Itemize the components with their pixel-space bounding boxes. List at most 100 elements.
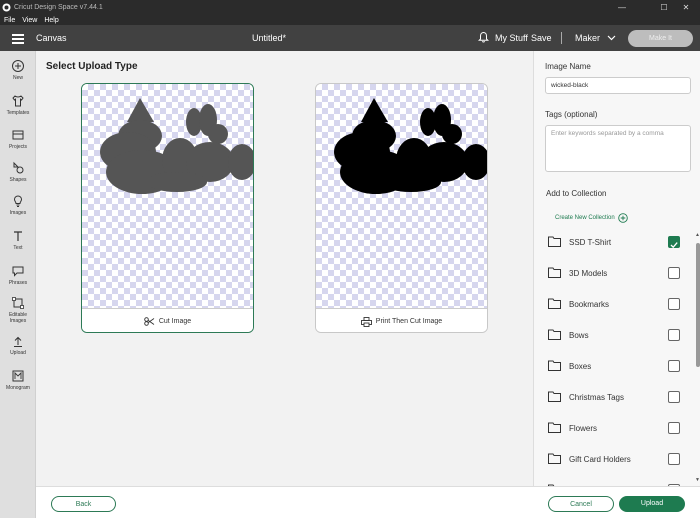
plus-circle-icon: [12, 60, 24, 72]
collection-name: Bookmarks: [569, 300, 610, 309]
shirt-icon: [12, 95, 24, 107]
folder-icon: [548, 298, 561, 309]
scroll-down-icon[interactable]: ▼: [695, 477, 700, 483]
nav-item-new[interactable]: New: [0, 59, 36, 81]
print-then-cut-card[interactable]: Print Then Cut Image: [315, 83, 488, 333]
nav-item-label: Images: [9, 210, 27, 216]
nav-item-projects[interactable]: Projects: [0, 128, 36, 150]
collection-row[interactable]: Organization: [534, 476, 694, 486]
nav-item-label: New: [12, 75, 23, 81]
bell-icon[interactable]: [477, 31, 490, 45]
cancel-button[interactable]: Cancel: [548, 496, 614, 512]
create-new-collection-link[interactable]: Create New Collection: [555, 213, 628, 223]
machine-label: Maker: [575, 33, 601, 43]
collection-checkbox[interactable]: [668, 422, 680, 434]
main-panel: Select Upload Type Cut Image Print Then …: [36, 51, 533, 486]
collection-row[interactable]: Christmas Tags: [534, 383, 694, 414]
lightbulb-icon: [13, 195, 23, 207]
title-bar: Cricut Design Space v7.44.1 — ☐ ✕: [0, 0, 700, 15]
printer-icon: [360, 316, 372, 327]
collection-row[interactable]: Bows: [534, 321, 694, 352]
folder-icon: [548, 422, 561, 433]
editable-images-icon: [12, 297, 24, 309]
folder-icon: [548, 391, 561, 402]
collection-row[interactable]: Flowers: [534, 414, 694, 445]
folder-icon: [548, 236, 561, 247]
nav-item-label: Phrases: [8, 280, 28, 286]
right-panel: Image Name Tags (optional) Add to Collec…: [533, 51, 700, 486]
cut-image-card[interactable]: Cut Image: [81, 83, 254, 333]
menu-bar: File View Help: [0, 15, 700, 25]
collection-name: Bows: [569, 331, 589, 340]
nav-item-phrases[interactable]: Phrases: [0, 264, 36, 286]
collection-row[interactable]: 3D Models: [534, 259, 694, 290]
nav-item-label: Monogram: [6, 385, 30, 391]
print-then-cut-footer: Print Then Cut Image: [316, 308, 487, 332]
menu-help[interactable]: Help: [44, 17, 58, 24]
nav-item-upload[interactable]: Upload: [0, 334, 36, 356]
upload-button[interactable]: Upload: [619, 496, 685, 512]
add-circle-icon: [617, 213, 628, 223]
minimize-button[interactable]: —: [608, 0, 636, 15]
page-title: Select Upload Type: [46, 61, 138, 72]
chevron-down-icon: [607, 35, 615, 41]
collection-list: SSD T-Shirt 3D Models Bookmarks Bows Boxes Ch…: [534, 228, 694, 486]
collection-checkbox[interactable]: [668, 329, 680, 341]
nav-item-label: Templates: [6, 110, 30, 116]
collection-row[interactable]: Gift Card Holders: [534, 445, 694, 476]
speech-bubble-icon: [12, 266, 24, 277]
upload-icon: [14, 336, 22, 347]
nav-item-shapes[interactable]: Shapes: [0, 161, 36, 183]
save-button[interactable]: Save: [531, 33, 552, 43]
text-icon: [14, 231, 22, 241]
collection-row[interactable]: Boxes: [534, 352, 694, 383]
app-icon: [2, 3, 11, 12]
close-window-button[interactable]: ✕: [672, 0, 700, 15]
nav-item-label: Projects: [8, 144, 28, 150]
scroll-up-icon[interactable]: ▲: [695, 232, 700, 238]
collection-checkbox[interactable]: [668, 298, 680, 310]
collection-checkbox[interactable]: [668, 236, 680, 249]
collection-name: 3D Models: [569, 269, 608, 278]
collection-row[interactable]: Bookmarks: [534, 290, 694, 321]
scrollbar-thumb[interactable]: [696, 243, 700, 367]
collection-checkbox[interactable]: [668, 267, 680, 279]
header-divider: [561, 32, 562, 44]
my-stuff-link[interactable]: My Stuff: [495, 33, 528, 43]
nav-item-text[interactable]: Text: [0, 229, 36, 251]
document-title: Untitled*: [252, 33, 287, 43]
collection-name: Gift Card Holders: [569, 455, 631, 464]
nav-item-editable-images[interactable]: Editable Images: [0, 296, 36, 324]
nav-item-monogram[interactable]: Monogram: [0, 369, 36, 391]
back-button[interactable]: Back: [51, 496, 116, 512]
app-header: Canvas Untitled* My Stuff Save Maker Mak…: [0, 25, 700, 51]
hamburger-menu-icon[interactable]: [12, 34, 24, 44]
collection-name: Boxes: [569, 362, 592, 371]
machine-selector[interactable]: Maker: [575, 33, 616, 43]
image-name-input[interactable]: [545, 77, 691, 94]
collection-checkbox[interactable]: [668, 453, 680, 465]
nav-item-label: Upload: [10, 350, 26, 356]
nav-item-label: Editable Images: [8, 312, 28, 324]
left-nav: New Templates Projects Shapes Images Text Phra…: [0, 51, 36, 518]
nav-item-templates[interactable]: Templates: [0, 94, 36, 116]
collection-name: Flowers: [569, 424, 598, 433]
create-new-collection-label: Create New Collection: [555, 215, 615, 221]
nav-item-images[interactable]: Images: [0, 194, 36, 216]
add-to-collection-label: Add to Collection: [546, 189, 607, 198]
transparency-preview: [82, 84, 253, 308]
app-window: Cricut Design Space v7.44.1 — ☐ ✕ File V…: [0, 0, 700, 518]
image-name-label: Image Name: [545, 62, 591, 71]
tags-input[interactable]: [545, 125, 691, 172]
menu-view[interactable]: View: [22, 17, 37, 24]
folder-icon: [548, 360, 561, 371]
collection-scrollbar[interactable]: ▲ ▼: [694, 228, 700, 486]
make-it-button[interactable]: Make It: [628, 30, 693, 47]
projects-icon: [12, 130, 24, 140]
collection-checkbox[interactable]: [668, 360, 680, 372]
menu-file[interactable]: File: [4, 17, 15, 24]
collection-row[interactable]: SSD T-Shirt: [534, 228, 694, 259]
transparency-preview: [316, 84, 487, 308]
collection-checkbox[interactable]: [668, 391, 680, 403]
window-title: Cricut Design Space v7.44.1: [14, 4, 103, 11]
